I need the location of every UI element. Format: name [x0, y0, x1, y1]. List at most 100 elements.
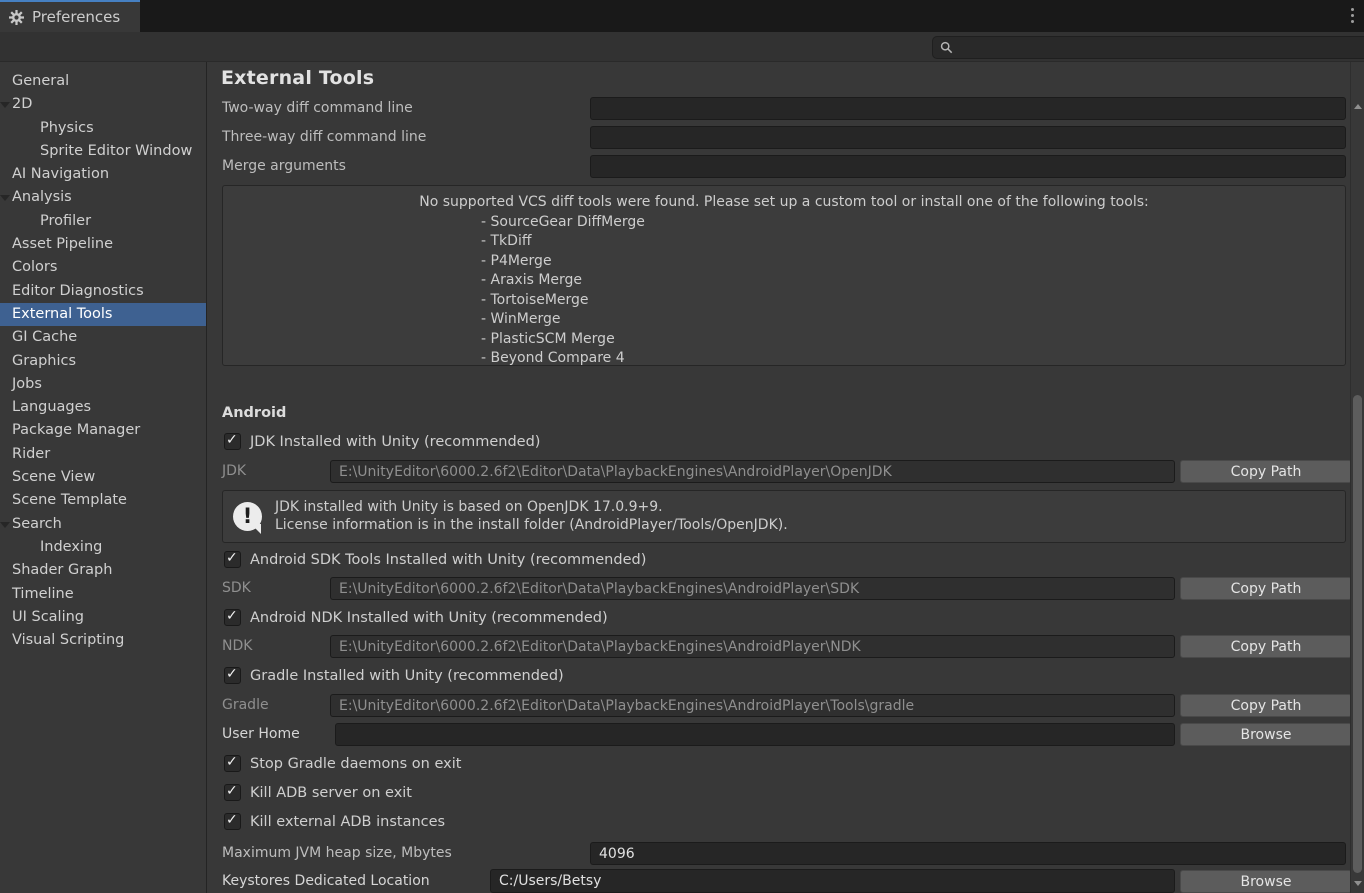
gradle-copy-path-button[interactable]: Copy Path [1180, 694, 1352, 717]
sdk-installed-checkbox[interactable] [224, 551, 241, 568]
sidebar-item-package-manager[interactable]: Package Manager [0, 419, 206, 442]
vcs-tool-item: - Beyond Compare 4 [481, 349, 1345, 369]
keystores-location-row: Keystores Dedicated Location Browse [208, 869, 1350, 892]
kill-external-adb-checkbox[interactable] [224, 813, 241, 830]
sidebar-item-search[interactable]: Search [0, 513, 206, 536]
sdk-installed-label: Android SDK Tools Installed with Unity (… [250, 551, 646, 569]
scrollbar-thumb[interactable] [1353, 395, 1362, 873]
vcs-notice-heading: No supported VCS diff tools were found. … [223, 193, 1345, 213]
two-way-diff-input[interactable] [590, 97, 1346, 120]
ndk-path-row: NDK Copy Path [208, 635, 1350, 658]
jdk-note-line2: License information is in the install fo… [275, 517, 788, 533]
ndk-path-label: NDK [222, 638, 252, 654]
keystores-location-label: Keystores Dedicated Location [222, 873, 430, 889]
gradle-installed-checkbox[interactable] [224, 667, 241, 684]
gradle-path-row: Gradle Copy Path [208, 694, 1350, 717]
merge-arguments-input[interactable] [590, 155, 1346, 178]
sdk-copy-path-button[interactable]: Copy Path [1180, 577, 1352, 600]
sidebar-item-visual-scripting[interactable]: Visual Scripting [0, 629, 206, 652]
scrollbar-up-arrow-icon[interactable] [1354, 100, 1362, 109]
sidebar-item-asset-pipeline[interactable]: Asset Pipeline [0, 233, 206, 256]
sidebar-item-gi-cache[interactable]: GI Cache [0, 326, 206, 349]
jdk-installed-label: JDK Installed with Unity (recommended) [250, 433, 540, 451]
jdk-note-box: JDK installed with Unity is based on Ope… [222, 490, 1346, 543]
foldout-arrow-icon[interactable] [0, 522, 10, 528]
checkmark-icon [226, 550, 238, 566]
sdk-path-row: SDK Copy Path [208, 577, 1350, 600]
checkmark-icon [226, 783, 238, 799]
sidebar-item-profiler[interactable]: Profiler [0, 210, 206, 233]
ndk-copy-path-button[interactable]: Copy Path [1180, 635, 1352, 658]
keystores-location-input[interactable] [490, 869, 1175, 893]
sdk-path-input [330, 577, 1175, 600]
sidebar-item-analysis[interactable]: Analysis [0, 186, 206, 209]
vcs-tool-item: - P4Merge [481, 252, 1345, 272]
jdk-note-line1: JDK installed with Unity is based on Ope… [275, 499, 663, 515]
jdk-path-input [330, 460, 1175, 483]
sidebar-item-rider[interactable]: Rider [0, 443, 206, 466]
gradle-installed-row: Gradle Installed with Unity (recommended… [208, 667, 1350, 687]
sidebar-item-ai-navigation[interactable]: AI Navigation [0, 163, 206, 186]
sidebar-item-indexing[interactable]: Indexing [0, 536, 206, 559]
preferences-sidebar: General 2D Physics Sprite Editor Window … [0, 62, 207, 893]
external-tools-pane: External Tools Two-way diff command line… [208, 62, 1350, 893]
sidebar-item-languages[interactable]: Languages [0, 396, 206, 419]
sidebar-item-shader-graph[interactable]: Shader Graph [0, 559, 206, 582]
vcs-tool-item: - TortoiseMerge [481, 291, 1345, 311]
checkmark-icon [226, 608, 238, 624]
checkmark-icon [226, 666, 238, 682]
sidebar-item-scene-view[interactable]: Scene View [0, 466, 206, 489]
vcs-tool-list: - SourceGear DiffMerge - TkDiff - P4Merg… [481, 213, 1345, 369]
kill-external-adb-row: Kill external ADB instances [208, 813, 1350, 833]
gear-icon [9, 10, 24, 25]
sdk-installed-row: Android SDK Tools Installed with Unity (… [208, 551, 1350, 571]
stop-gradle-label: Stop Gradle daemons on exit [250, 755, 461, 773]
jdk-note-text: JDK installed with Unity is based on Ope… [275, 499, 788, 534]
user-home-input[interactable] [335, 723, 1175, 746]
stop-gradle-checkbox[interactable] [224, 755, 241, 772]
foldout-arrow-icon[interactable] [0, 102, 10, 108]
gradle-installed-label: Gradle Installed with Unity (recommended… [250, 667, 564, 685]
jdk-installed-checkbox[interactable] [224, 433, 241, 450]
ndk-installed-checkbox[interactable] [224, 609, 241, 626]
jdk-copy-path-button[interactable]: Copy Path [1180, 460, 1352, 483]
sdk-path-label: SDK [222, 580, 251, 596]
kill-adb-label: Kill ADB server on exit [250, 784, 412, 802]
keystores-browse-button[interactable]: Browse [1180, 870, 1352, 893]
kebab-menu-icon[interactable] [1351, 8, 1354, 23]
search-input[interactable] [958, 36, 1364, 59]
kill-adb-checkbox[interactable] [224, 784, 241, 801]
user-home-browse-button[interactable]: Browse [1180, 723, 1352, 746]
sidebar-item-graphics[interactable]: Graphics [0, 350, 206, 373]
sidebar-item-general[interactable]: General [0, 70, 206, 93]
sidebar-item-2d[interactable]: 2D [0, 93, 206, 116]
jdk-path-row: JDK Copy Path [208, 460, 1350, 483]
vcs-tool-item: - Araxis Merge [481, 271, 1345, 291]
two-way-diff-label: Two-way diff command line [222, 100, 413, 116]
jvm-heap-row: Maximum JVM heap size, Mbytes [208, 842, 1350, 865]
scrollbar-down-arrow-icon[interactable] [1354, 881, 1362, 890]
search-box[interactable] [932, 36, 1364, 59]
sidebar-item-colors[interactable]: Colors [0, 256, 206, 279]
jvm-heap-input[interactable] [590, 842, 1346, 865]
tab-preferences[interactable]: Preferences [0, 0, 140, 32]
vcs-tool-item: - PlasticSCM Merge [481, 330, 1345, 350]
sidebar-item-ui-scaling[interactable]: UI Scaling [0, 606, 206, 629]
sidebar-item-physics[interactable]: Physics [0, 117, 206, 140]
unity-preferences-window: { "window": { "tab": "Preferences", "sea… [0, 0, 1364, 893]
user-home-label: User Home [222, 726, 300, 742]
jdk-installed-row: JDK Installed with Unity (recommended) [208, 433, 1350, 453]
sidebar-item-external-tools[interactable]: External Tools [0, 303, 206, 326]
user-home-row: User Home Browse [208, 723, 1350, 746]
foldout-arrow-icon[interactable] [0, 195, 10, 201]
sidebar-item-editor-diagnostics[interactable]: Editor Diagnostics [0, 280, 206, 303]
sidebar-item-sprite-editor-window[interactable]: Sprite Editor Window [0, 140, 206, 163]
ndk-installed-row: Android NDK Installed with Unity (recomm… [208, 609, 1350, 629]
sidebar-item-scene-template[interactable]: Scene Template [0, 489, 206, 512]
sidebar-item-jobs[interactable]: Jobs [0, 373, 206, 396]
sidebar-item-label: 2D [12, 96, 32, 112]
exclamation-bubble-icon [233, 502, 262, 531]
three-way-diff-input[interactable] [590, 126, 1346, 149]
sidebar-item-timeline[interactable]: Timeline [0, 583, 206, 606]
gradle-path-label: Gradle [222, 697, 269, 713]
